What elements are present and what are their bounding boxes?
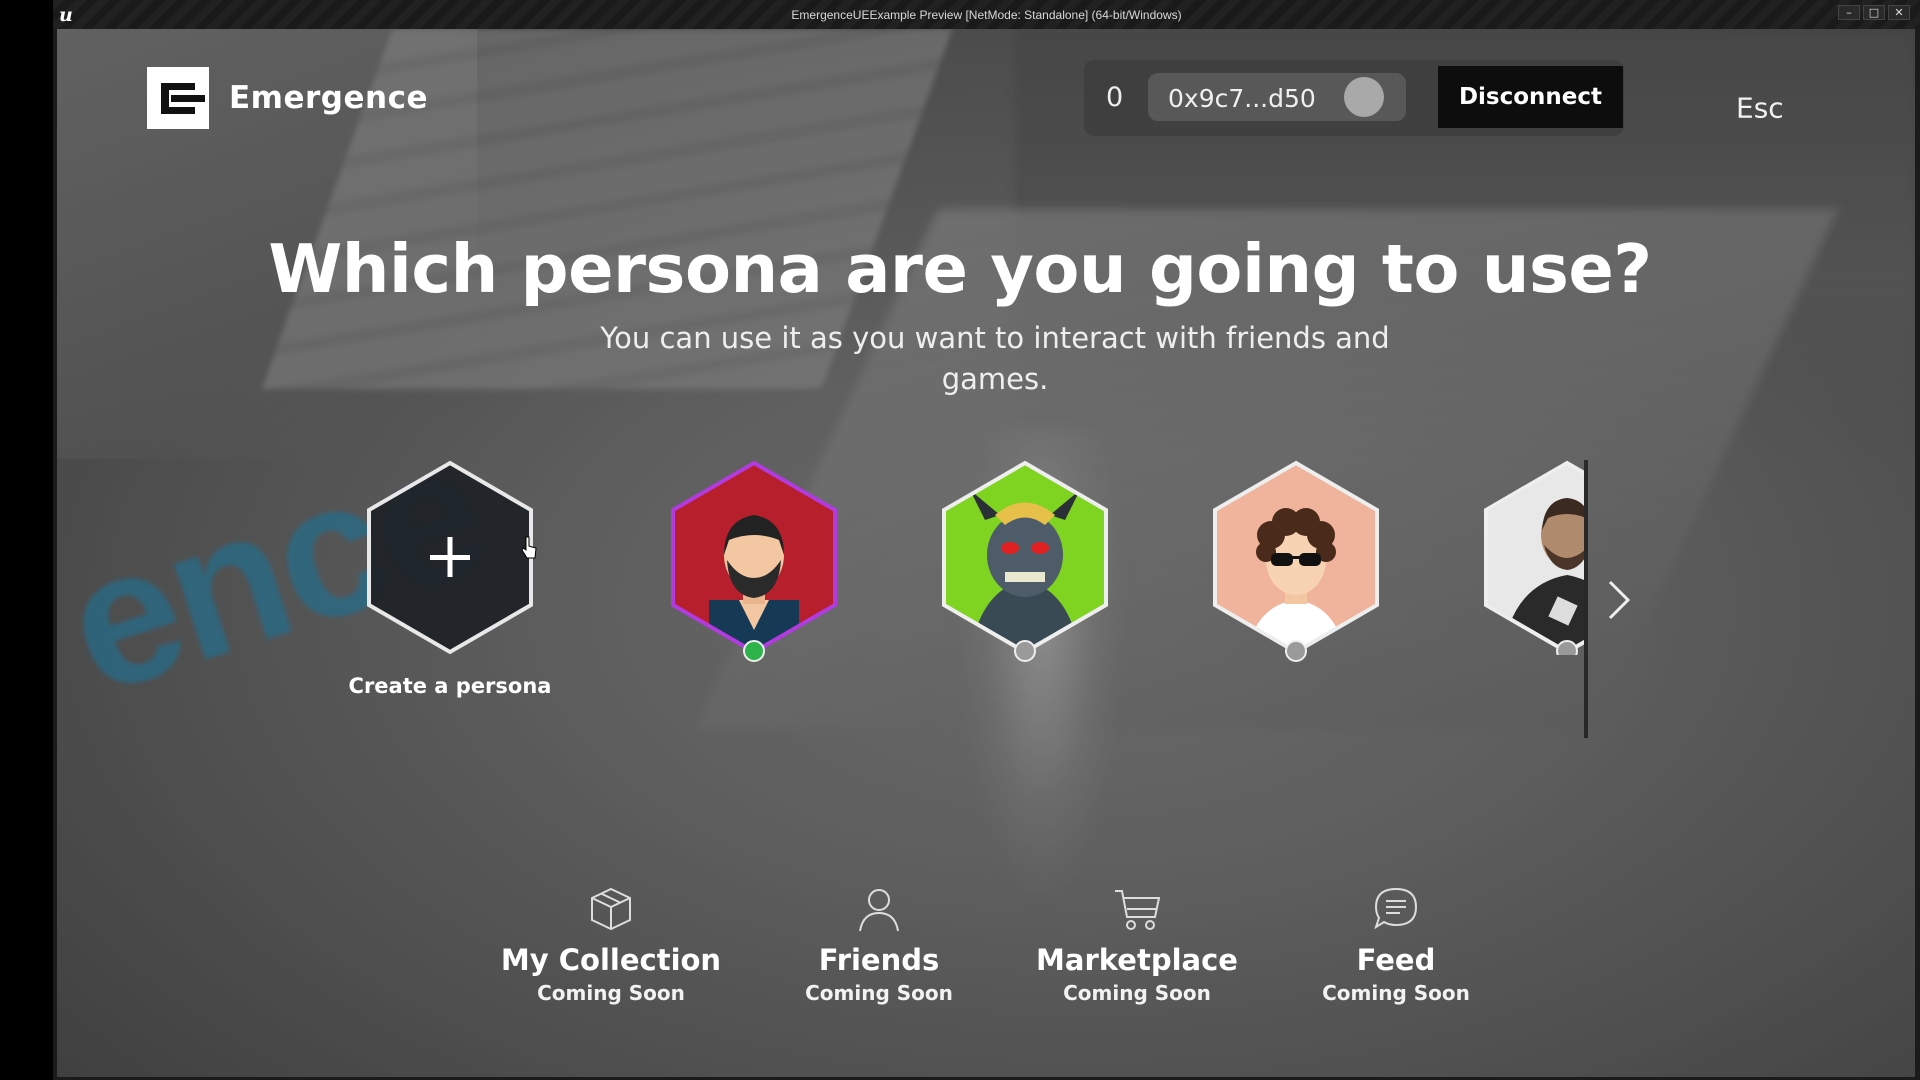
nav-status: Coming Soon <box>1063 981 1211 1005</box>
nav-title: My Collection <box>500 943 722 977</box>
wallet-avatar-toggle[interactable] <box>1344 77 1384 117</box>
nav-title: Feed <box>1356 943 1436 977</box>
persona-card-1[interactable] <box>669 460 839 662</box>
green-goblin-creature-avatar-icon <box>942 460 1108 655</box>
create-persona-button[interactable] <box>365 460 535 655</box>
wallet-address: 0x9c7...d50 <box>1168 84 1316 113</box>
page-subtitle: You can use it as you want to interact w… <box>600 321 1390 396</box>
nav-title: Marketplace <box>1036 943 1238 977</box>
nav-friends[interactable]: Friends Coming Soon <box>754 885 1004 1005</box>
nav-status: Coming Soon <box>1322 981 1470 1005</box>
persona-card-2[interactable] <box>940 460 1110 662</box>
box-icon <box>587 885 635 933</box>
person-icon <box>855 885 903 933</box>
persona-active-indicator <box>743 640 765 662</box>
minimize-button[interactable]: – <box>1838 5 1860 20</box>
maximize-button[interactable]: □ <box>1863 5 1885 20</box>
page-title: Which persona are you going to use? <box>268 230 1652 308</box>
nav-title: Friends <box>818 943 940 977</box>
nav-marketplace[interactable]: Marketplace Coming Soon <box>1012 885 1262 1005</box>
persona-inactive-indicator <box>1014 640 1036 662</box>
disconnect-button[interactable]: Disconnect <box>1438 66 1623 128</box>
cart-icon <box>1113 885 1161 933</box>
chat-bubble-icon <box>1372 885 1420 933</box>
wallet-address-pill[interactable]: 0x9c7...d50 <box>1148 73 1406 121</box>
window-title: EmergenceUEExample Preview [NetMode: Sta… <box>791 8 1182 22</box>
nav-status: Coming Soon <box>805 981 953 1005</box>
curly-hair-sunglasses-avatar-icon <box>1213 460 1379 655</box>
nav-my-collection[interactable]: My Collection Coming Soon <box>486 885 736 1005</box>
nav-feed[interactable]: Feed Coming Soon <box>1271 885 1521 1005</box>
persona-inactive-indicator <box>1556 640 1578 655</box>
persona-card-3[interactable] <box>1211 460 1381 662</box>
window-controls: – □ ✕ <box>1838 5 1910 20</box>
brand-name: Emergence <box>229 80 428 116</box>
mouse-cursor-icon <box>520 535 538 561</box>
brand: Emergence <box>147 67 428 129</box>
nav-status: Coming Soon <box>537 981 685 1005</box>
carousel-next-chevron-icon[interactable] <box>1604 578 1634 622</box>
window-titlebar[interactable]: u EmergenceUEExample Preview [NetMode: S… <box>53 0 1920 29</box>
carousel-edge <box>1584 460 1588 738</box>
plus-icon <box>430 537 470 577</box>
armored-man-avatar-icon <box>1484 460 1584 655</box>
persona-inactive-indicator <box>1285 640 1307 662</box>
bearded-man-avatar-icon <box>671 460 837 655</box>
persona-card-4[interactable] <box>1482 460 1584 655</box>
wallet-balance: 0 <box>1106 82 1124 113</box>
emergence-logo-icon <box>147 67 209 129</box>
esc-button[interactable]: Esc <box>1736 92 1784 125</box>
wallet-bar: 0 0x9c7...d50 Disconnect <box>1084 60 1624 136</box>
close-button[interactable]: ✕ <box>1888 5 1910 20</box>
create-persona-label: Create a persona <box>348 674 552 698</box>
